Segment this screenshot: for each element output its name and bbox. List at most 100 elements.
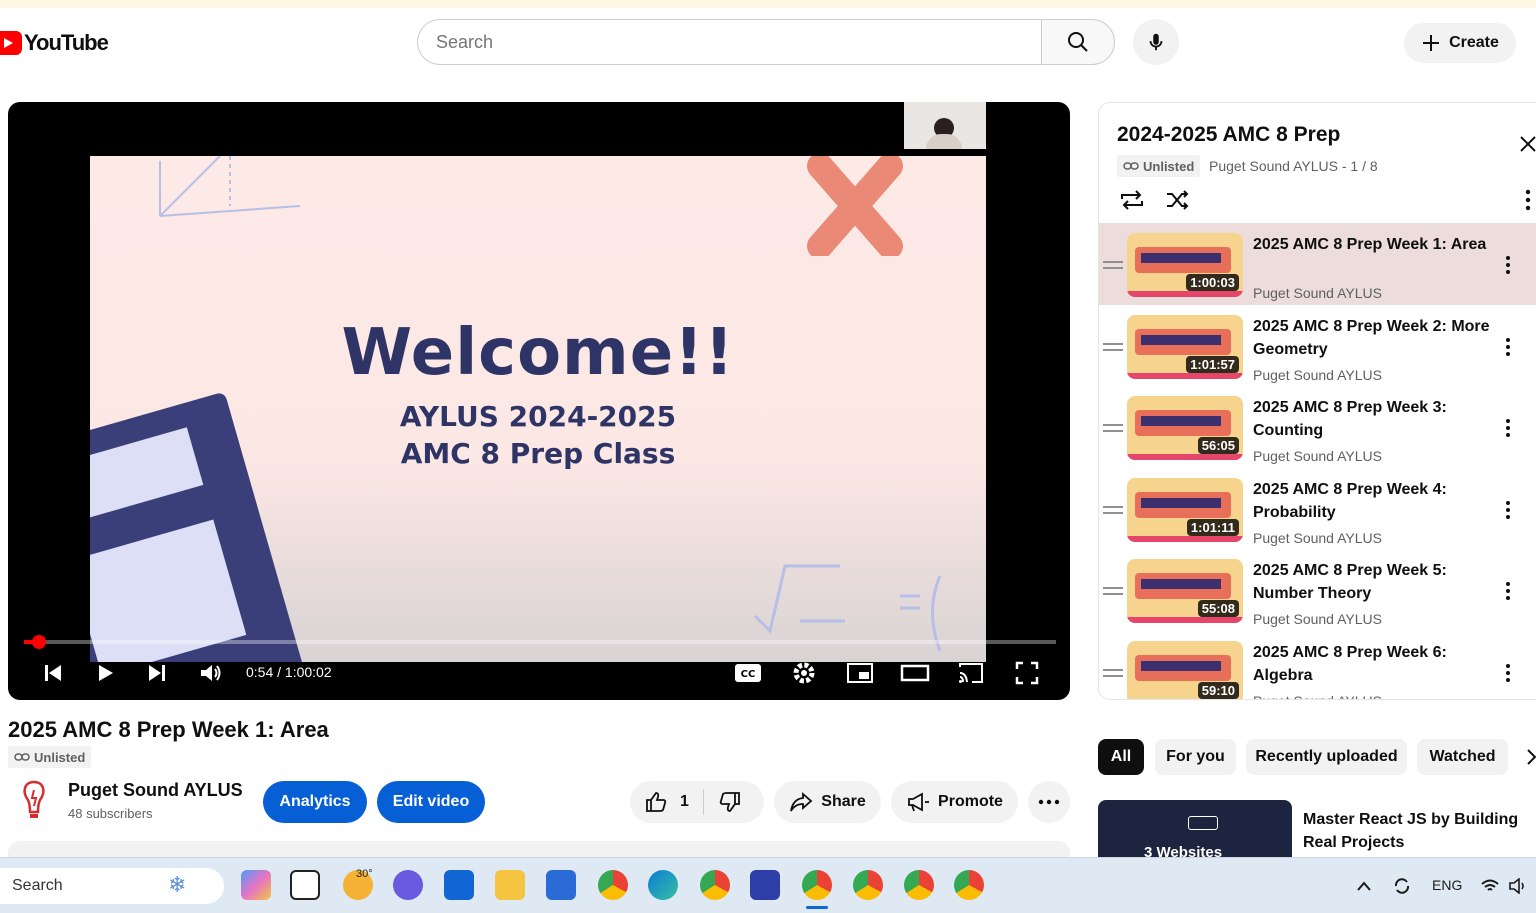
language-indicator[interactable]: ENG <box>1432 877 1462 893</box>
recommended-video-thumbnail[interactable]: 3 Websites <box>1098 800 1292 860</box>
playlist-item-thumbnail[interactable]: 1:01:57 <box>1127 314 1243 379</box>
share-button[interactable]: Share <box>774 781 881 823</box>
store-icon[interactable] <box>546 870 576 900</box>
drag-handle-icon[interactable] <box>1103 261 1123 269</box>
drag-handle-icon[interactable] <box>1103 668 1123 677</box>
loop-icon[interactable] <box>1119 189 1145 211</box>
playlist-item[interactable]: 1:01:11 2025 AMC 8 Prep Week 4: Probabili… <box>1099 468 1536 550</box>
edge-icon[interactable] <box>648 870 678 900</box>
next-button[interactable] <box>142 658 172 688</box>
playlist-item[interactable]: 55:08 2025 AMC 8 Prep Week 5: Number Theo… <box>1099 549 1536 631</box>
playlist-item[interactable]: 56:05 2025 AMC 8 Prep Week 3: Counting Pug… <box>1099 386 1536 468</box>
slide-subtitle-1: AYLUS 2024-2025 <box>399 400 677 433</box>
more-vertical-icon[interactable] <box>1505 337 1511 357</box>
playlist-item-thumbnail[interactable]: 1:00:03 <box>1127 233 1243 297</box>
playlist-item-thumbnail[interactable]: 55:08 <box>1127 559 1243 624</box>
video-player[interactable]: Welcome!! AYLUS 2024-2025 AMC 8 Prep Cla… <box>8 102 1070 700</box>
drag-handle-icon[interactable] <box>1103 587 1123 596</box>
task-view-icon[interactable] <box>290 870 320 900</box>
settings-button[interactable] <box>789 658 819 688</box>
miniplayer-button[interactable] <box>845 658 875 688</box>
play-button[interactable] <box>90 658 120 688</box>
create-button[interactable]: Create <box>1404 23 1516 63</box>
copilot-icon[interactable] <box>241 870 271 900</box>
more-vertical-icon[interactable] <box>1505 581 1511 601</box>
playlist-panel: 2024-2025 AMC 8 Prep Unlisted Puget Soun… <box>1098 102 1536 700</box>
search-bar <box>417 19 1115 65</box>
search-input[interactable] <box>417 19 1041 65</box>
captions-button[interactable]: CC <box>733 658 763 688</box>
chip-all[interactable]: All <box>1098 739 1144 775</box>
promote-button[interactable]: Promote <box>891 781 1018 823</box>
drag-handle-icon[interactable] <box>1103 424 1123 433</box>
scrubber-handle[interactable] <box>32 635 47 649</box>
playlist-item-title[interactable]: 2025 AMC 8 Prep Week 2: More Geometry <box>1253 315 1493 361</box>
like-button[interactable]: 1 <box>644 789 704 815</box>
taskbar: Search ❄ 30° ENG <box>0 857 1536 913</box>
playlist-item-title[interactable]: 2025 AMC 8 Prep Week 6: Algebra <box>1253 641 1493 687</box>
progress-bar[interactable] <box>24 635 1056 649</box>
theater-mode-button[interactable] <box>900 658 930 688</box>
zoom-app-icon[interactable] <box>750 870 780 900</box>
playlist-items: 1:00:03 2025 AMC 8 Prep Week 1: Area Puget… <box>1099 223 1536 699</box>
playlist-item-title[interactable]: 2025 AMC 8 Prep Week 3: Counting <box>1253 396 1493 442</box>
playlist-title[interactable]: 2024-2025 AMC 8 Prep <box>1117 123 1340 147</box>
channel-avatar[interactable] <box>14 778 54 822</box>
playlist-item[interactable]: 1:01:57 2025 AMC 8 Prep Week 2: More Geom… <box>1099 305 1536 387</box>
chat-icon[interactable] <box>393 870 423 900</box>
chrome-profile-3-icon[interactable] <box>904 870 934 900</box>
playlist-item[interactable]: 59:10 2025 AMC 8 Prep Week 6: Algebra Puge… <box>1099 631 1536 699</box>
taskbar-search[interactable]: Search ❄ <box>0 868 224 904</box>
cast-button[interactable] <box>956 658 986 688</box>
more-vertical-icon[interactable] <box>1525 189 1531 211</box>
chip-watched[interactable]: Watched <box>1417 739 1508 775</box>
playlist-item[interactable]: 1:00:03 2025 AMC 8 Prep Week 1: Area Puget… <box>1099 223 1536 305</box>
voice-search-button[interactable] <box>1133 19 1179 65</box>
search-button[interactable] <box>1041 19 1115 65</box>
edit-video-button[interactable]: Edit video <box>377 781 485 823</box>
recommended-video-title[interactable]: Master React JS by Building Real Project… <box>1303 808 1523 854</box>
more-vertical-icon[interactable] <box>1505 663 1511 683</box>
drag-handle-icon[interactable] <box>1103 505 1123 514</box>
duration-badge: 56:05 <box>1197 437 1239 455</box>
duration-badge: 1:01:57 <box>1186 355 1239 373</box>
chevron-up-icon[interactable] <box>1356 880 1372 892</box>
playlist-item-title[interactable]: 2025 AMC 8 Prep Week 1: Area <box>1253 233 1493 256</box>
playlist-item-thumbnail[interactable]: 1:01:11 <box>1127 477 1243 542</box>
more-vertical-icon[interactable] <box>1505 418 1511 438</box>
volume-button[interactable] <box>196 658 226 688</box>
skip-next-icon <box>149 665 165 681</box>
more-actions-button[interactable] <box>1028 781 1070 823</box>
speaker-icon[interactable] <box>1508 878 1528 894</box>
channel-name[interactable]: Puget Sound AYLUS <box>68 780 243 801</box>
chrome-icon[interactable] <box>598 870 628 900</box>
youtube-logo[interactable]: YouTube <box>0 30 109 56</box>
chrome-profile-4-icon[interactable] <box>954 870 984 900</box>
sync-icon[interactable] <box>1392 876 1412 896</box>
wifi-icon[interactable] <box>1480 878 1500 894</box>
top-strip <box>0 0 1536 8</box>
chrome-active-icon[interactable] <box>802 870 832 900</box>
fullscreen-button[interactable] <box>1012 658 1042 688</box>
chip-recently-uploaded[interactable]: Recently uploaded <box>1246 739 1407 775</box>
file-explorer-icon[interactable] <box>495 870 525 900</box>
playlist-item-title[interactable]: 2025 AMC 8 Prep Week 5: Number Theory <box>1253 559 1493 605</box>
outlook-icon[interactable] <box>444 870 474 900</box>
playlist-item-title[interactable]: 2025 AMC 8 Prep Week 4: Probability <box>1253 478 1493 524</box>
analytics-button[interactable]: Analytics <box>263 781 367 823</box>
chrome-profile-icon[interactable] <box>700 870 730 900</box>
shuffle-icon[interactable] <box>1165 189 1191 211</box>
chevron-right-icon[interactable] <box>1526 748 1536 766</box>
playlist-meta: Puget Sound AYLUS - 1 / 8 <box>1209 158 1378 174</box>
playlist-item-thumbnail[interactable]: 59:10 <box>1127 640 1243 699</box>
chip-for-you[interactable]: For you <box>1155 739 1236 775</box>
drag-handle-icon[interactable] <box>1103 342 1123 351</box>
playlist-item-thumbnail[interactable]: 56:05 <box>1127 396 1243 461</box>
close-icon[interactable] <box>1519 135 1536 153</box>
more-vertical-icon[interactable] <box>1505 500 1511 520</box>
more-vertical-icon[interactable] <box>1505 255 1511 275</box>
chrome-profile-2-icon[interactable] <box>853 870 883 900</box>
slide-title: Welcome!! <box>341 316 735 390</box>
previous-button[interactable] <box>38 658 68 688</box>
dislike-button[interactable] <box>704 790 742 814</box>
